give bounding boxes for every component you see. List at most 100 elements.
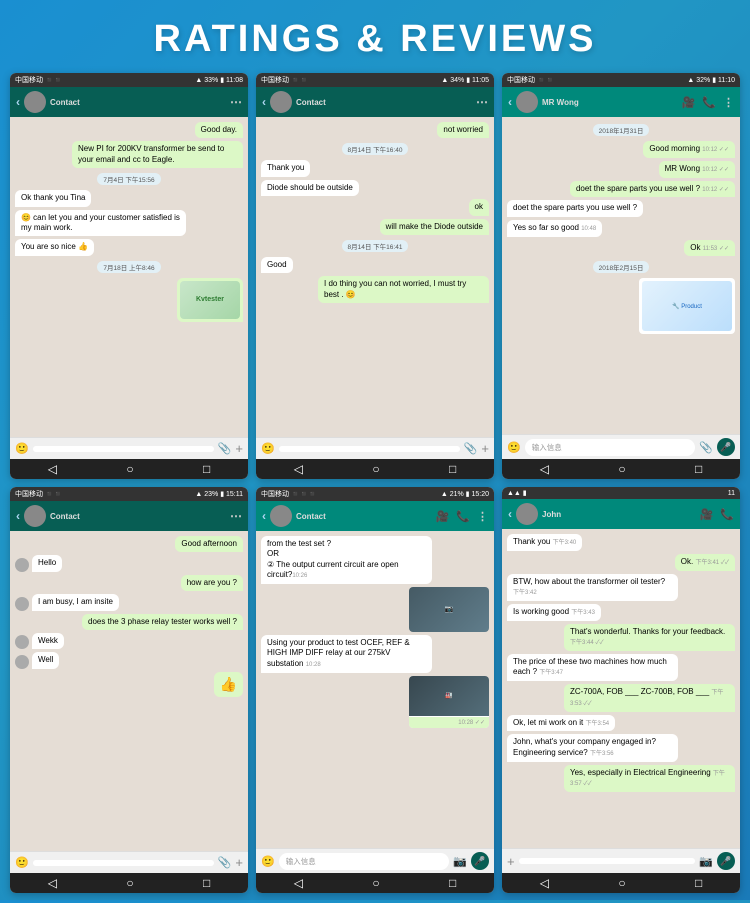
plus-icon-2[interactable]: + [481,441,489,456]
phone-screen-1: 中国移动 ◾◾ ▲ 33% ▮ 11:08 ‹ Contact ⋯ Good d… [10,73,248,479]
emoji-icon-1[interactable]: 🙂 [15,442,29,455]
status-left-6: ▲▲ ▮ [507,489,527,497]
emoji-icon-5[interactable]: 🙂 [261,855,275,868]
chat-input-3[interactable]: 输入信息 [525,439,696,456]
nav-home-3[interactable]: ○ [618,462,625,476]
video-icon-5[interactable]: 🎥 [436,510,450,523]
nav-back-3[interactable]: ◁ [540,462,549,476]
nav-recent-6[interactable]: □ [695,876,702,890]
phone-screen-6: ▲▲ ▮ 11 ‹ John 🎥 📞 Thank you 下午3:40 Ok. … [502,487,740,893]
phone-icon-6[interactable]: 📞 [720,508,734,521]
chat-header-1: ‹ Contact ⋯ [10,87,248,117]
back-icon-3[interactable]: ‹ [508,95,512,109]
substation-photo: 🏭 10:28 ✓✓ [409,676,489,728]
msg-row: Well [15,652,243,668]
date-label: 2018年2月15日 [593,261,650,273]
video-icon-3[interactable]: 🎥 [682,96,696,109]
nav-back-1[interactable]: ◁ [48,462,57,476]
back-icon-2[interactable]: ‹ [262,95,266,109]
input-bar-2: 🙂 📎 + [256,437,494,459]
menu-dots-4[interactable]: ⋯ [230,509,242,523]
avatar-1 [24,91,46,113]
avatar-6 [516,503,538,525]
nav-back-6[interactable]: ◁ [540,876,549,890]
chat-input-5[interactable]: 输入信息 [279,853,450,870]
chat-input-6[interactable] [519,858,696,864]
msg-row: Hello [15,555,243,571]
status-right-1: ▲ 33% ▮ 11:08 [195,76,243,84]
video-icon-6[interactable]: 🎥 [700,508,714,521]
nav-recent-3[interactable]: □ [695,462,702,476]
back-icon-1[interactable]: ‹ [16,95,20,109]
nav-home-6[interactable]: ○ [618,876,625,890]
menu-dots-3[interactable]: ⋮ [723,96,734,109]
menu-dots-1[interactable]: ⋯ [230,95,242,109]
nav-home-2[interactable]: ○ [372,462,379,476]
phone-icon-3[interactable]: 📞 [702,96,716,109]
msg-bubble: The price of these two machines how much… [507,654,678,681]
nav-back-5[interactable]: ◁ [294,876,303,890]
chat-input-2[interactable] [279,446,460,452]
plus-icon-1[interactable]: + [235,441,243,456]
mic-btn-5[interactable]: 🎤 [471,852,489,870]
plus-icon-6[interactable]: + [507,854,515,869]
msg-bubble: does the 3 phase relay tester works well… [82,614,243,630]
msg-bubble: Yes, especially in Electrical Engineerin… [564,765,735,793]
status-left-5: 中国移动 ◾◾◾ [261,489,317,499]
attach-icon-5[interactable]: 📷 [453,855,467,868]
attach-icon-2[interactable]: 📎 [464,442,478,455]
nav-home-4[interactable]: ○ [126,876,133,890]
nav-recent-2[interactable]: □ [449,462,456,476]
msg-bubble: Ok, let mi work on it 下午3:54 [507,715,615,732]
menu-dots-2[interactable]: ⋯ [476,95,488,109]
back-icon-5[interactable]: ‹ [262,509,266,523]
chat-body-3: 2018年1月31日 Good morning 10:12 ✓✓ MR Wong… [502,117,740,434]
menu-dots-5[interactable]: ⋮ [477,510,488,523]
attach-icon-3[interactable]: 📎 [699,441,713,454]
chat-body-2: not worried 8月14日 下午16:40 Thank you Diod… [256,117,494,437]
attach-icon-4[interactable]: 📎 [218,856,232,869]
mic-btn-3[interactable]: 🎤 [717,438,735,456]
plus-icon-4[interactable]: + [235,855,243,870]
nav-home-1[interactable]: ○ [126,462,133,476]
chat-body-6: Thank you 下午3:40 Ok. 下午3:41 ✓✓ BTW, how … [502,529,740,848]
status-bar-5: 中国移动 ◾◾◾ ▲ 21% ▮ 15:20 [256,487,494,501]
msg-bubble: That's wonderful. Thanks for your feedba… [564,624,735,651]
status-bar-2: 中国移动 ◾◾ ▲ 34% ▮ 11:05 [256,73,494,87]
nav-back-4[interactable]: ◁ [48,876,57,890]
back-icon-6[interactable]: ‹ [508,507,512,521]
chat-header-6: ‹ John 🎥 📞 [502,499,740,529]
msg-bubble: from the test set ? OR ② The output curr… [261,536,432,584]
date-label: 7月18日 上午8:46 [97,261,160,273]
nav-back-2[interactable]: ◁ [294,462,303,476]
msg-bubble: Good [261,257,293,273]
msg-bubble: Using your product to test OCEF, REF & H… [261,635,432,673]
mic-btn-6[interactable]: 🎤 [717,852,735,870]
nav-recent-1[interactable]: □ [203,462,210,476]
nav-recent-4[interactable]: □ [203,876,210,890]
avatar-4 [24,505,46,527]
chat-input-1[interactable] [33,446,214,452]
input-bar-4: 🙂 📎 + [10,851,248,873]
emoji-icon-3[interactable]: 🙂 [507,441,521,454]
attach-icon-1[interactable]: 📎 [218,442,232,455]
chat-input-4[interactable] [33,860,214,866]
nav-bar-2: ◁ ○ □ [256,459,494,479]
msg-row: I am busy, I am insite [15,594,243,610]
date-label: 7月4日 下午15:56 [97,173,160,185]
back-icon-4[interactable]: ‹ [16,509,20,523]
msg-bubble: I do thing you can not worried, I must t… [318,276,489,303]
date-label: 8月14日 下午16:40 [342,143,409,155]
status-right-3: ▲ 32% ▮ 11:10 [687,76,735,84]
status-bar-6: ▲▲ ▮ 11 [502,487,740,499]
msg-bubble: Is working good 下午3:43 [507,604,601,621]
attach-icon-6[interactable]: 📷 [699,855,713,868]
msg-row: Wekk [15,633,243,649]
nav-recent-5[interactable]: □ [449,876,456,890]
nav-home-5[interactable]: ○ [372,876,379,890]
emoji-icon-2[interactable]: 🙂 [261,442,275,455]
chat-header-5: ‹ Contact 🎥 📞 ⋮ [256,501,494,531]
phone-icon-5[interactable]: 📞 [456,510,470,523]
emoji-icon-4[interactable]: 🙂 [15,856,29,869]
date-label: 2018年1月31日 [593,124,650,136]
